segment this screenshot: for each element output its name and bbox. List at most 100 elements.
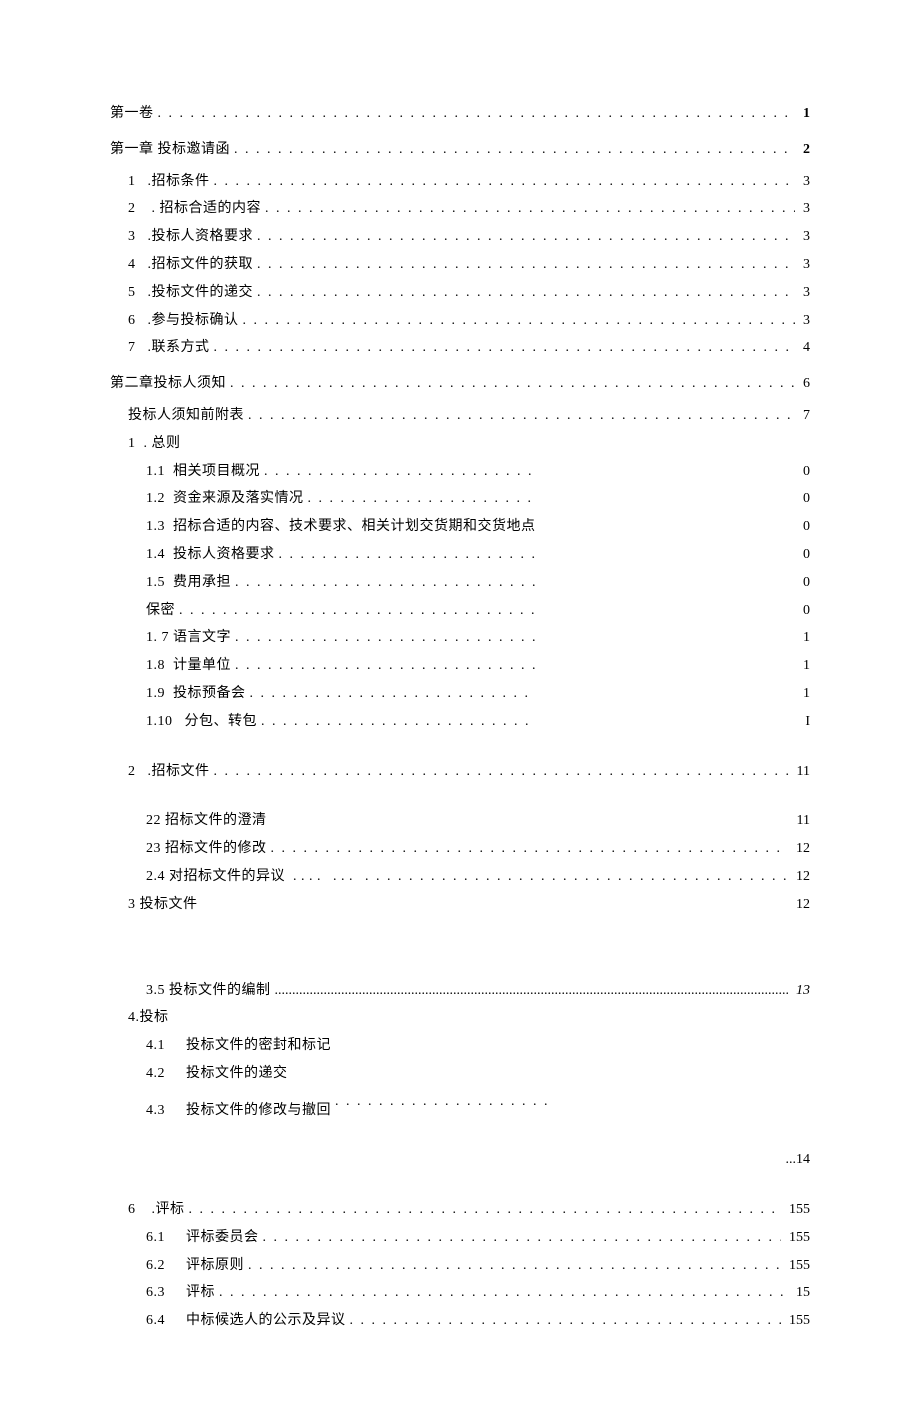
toc-label: 投标人须知前附表: [128, 404, 244, 428]
toc-leader: [248, 1254, 781, 1278]
toc-title: 招标合适的内容、技术要求、相关计划交货期和交货地点…: [173, 519, 536, 534]
toc-leader: [219, 1281, 788, 1305]
toc-title: 评标原则: [186, 1258, 244, 1273]
toc-item: 6.2评标原则155: [110, 1254, 810, 1278]
toc-title: 相关项目概况: [173, 464, 260, 479]
toc-label: 第一章 投标邀请函: [110, 138, 230, 162]
toc-title: 投标人资格要求: [173, 547, 275, 562]
toc-page: 155: [785, 1309, 810, 1333]
toc-leader: [265, 197, 795, 221]
toc-title: . 总则: [144, 436, 181, 451]
toc-pre-table: 投标人须知前附表 7: [110, 404, 810, 428]
toc-item: 1. 7 语言文字1: [110, 626, 810, 650]
toc-num: 1: [128, 436, 136, 451]
toc-label: 1.3 招标合适的内容、技术要求、相关计划交货期和交货地点…: [146, 515, 536, 539]
toc-label: 1.1 相关项目概况: [146, 460, 536, 484]
toc-title: 投标预备会: [173, 686, 246, 701]
toc-label: 2 .招标文件: [128, 760, 210, 784]
toc-label: 3 .投标人资格要求: [128, 225, 253, 249]
toc-title: 计量单位: [173, 658, 231, 673]
toc-label: 第二章投标人须知: [110, 372, 226, 396]
toc-item: 3 .投标人资格要求3: [110, 225, 810, 249]
toc-num: 6: [128, 1202, 136, 1217]
toc-title: .投标文件的递交: [148, 285, 254, 300]
toc-label: 保密: [146, 599, 536, 623]
toc-section-4: 4.投标: [110, 1006, 810, 1030]
toc-title: .参与投标确认: [148, 313, 239, 328]
toc-item: 1 .招标条件 3: [110, 170, 810, 194]
toc-page: 0: [790, 487, 810, 511]
toc-page: 11: [793, 809, 810, 833]
toc-num: 6.1: [146, 1226, 186, 1250]
toc-leader: [234, 138, 795, 162]
toc-num: 2: [128, 201, 136, 216]
toc-leader: [365, 865, 788, 889]
toc-section-1: 1 . 总则: [110, 432, 810, 456]
toc-item: 7 .联系方式4: [110, 336, 810, 360]
toc-label: 4.2投标文件的递交: [146, 1062, 288, 1086]
toc-title: 投标文件的密封和标记: [186, 1038, 331, 1053]
toc-title: 投标文件的修改与撤回: [186, 1103, 331, 1118]
toc-title: .投标人资格要求: [148, 229, 254, 244]
toc-label: 1 .招标条件: [128, 170, 210, 194]
toc-title: 评标委员会: [186, 1230, 259, 1245]
toc-num: 1: [128, 174, 136, 189]
toc-label: 3 投标文件: [128, 893, 198, 917]
toc-label: 4.投标: [128, 1006, 169, 1030]
toc-num: 4.3: [146, 1099, 186, 1123]
toc-page: 0: [790, 599, 810, 623]
toc-page: 11: [793, 760, 810, 784]
toc-page: 12: [792, 893, 810, 917]
toc-leader: [230, 372, 795, 396]
toc-leader: [279, 547, 537, 562]
toc-num: 6.2: [146, 1254, 186, 1278]
toc-label: 6.4中标候选人的公示及异议: [146, 1309, 346, 1333]
toc-title: 分包、转包: [181, 714, 258, 729]
toc-leader: [214, 336, 796, 360]
toc-num: 6.3: [146, 1281, 186, 1305]
toc-leader: [263, 1226, 782, 1250]
toc-item: 保密 0: [110, 599, 810, 623]
toc-page: 0: [790, 543, 810, 567]
toc-item: 1.4 投标人资格要求0: [110, 543, 810, 567]
toc-page: 1: [799, 102, 810, 126]
toc-chapter-2: 第二章投标人须知 6: [110, 372, 810, 396]
toc-item: 4.1投标文件的密封和标记: [110, 1034, 810, 1058]
toc-title: 投标文件的递交: [186, 1066, 288, 1081]
toc-label: 1.10 分包、转包: [146, 710, 536, 734]
toc-leader: [235, 575, 536, 590]
toc-label: 1.9 投标预备会: [146, 682, 536, 706]
toc-item: 4.3投标文件的修改与撤回: [110, 1090, 810, 1123]
toc-title: 评标: [186, 1285, 215, 1300]
toc-page: 3: [799, 170, 810, 194]
toc-leader: [158, 102, 796, 126]
toc-item: 1.8 计量单位1: [110, 654, 810, 678]
toc-leader: [189, 1198, 782, 1222]
toc-page: 155: [785, 1226, 810, 1250]
toc-title: 资金来源及落实情况: [173, 491, 304, 506]
toc-item: 6 .参与投标确认3: [110, 309, 810, 333]
toc-item: 1.1 相关项目概况0: [110, 460, 810, 484]
toc-leader: [214, 760, 789, 784]
toc-label: 4 .招标文件的获取: [128, 253, 253, 277]
toc-section-3: 3 投标文件 12: [110, 893, 810, 917]
toc-item: 22 招标文件的澄清11: [110, 809, 810, 833]
toc-label: 2.4 对招标文件的异议 . . . . . . .: [146, 865, 361, 889]
toc-num: 4: [128, 257, 136, 272]
toc-page: ...14: [782, 1148, 811, 1172]
toc-page: 1: [790, 654, 810, 678]
toc-leader: [250, 686, 537, 701]
toc-item: 1.10 分包、转包I: [110, 710, 810, 734]
toc-page: 12: [792, 837, 810, 861]
toc-title: 保密: [146, 603, 175, 618]
toc-item: 6.4中标候选人的公示及异议 155: [110, 1309, 810, 1333]
toc-leader: [248, 404, 795, 428]
toc-title: 中标候选人的公示及异议: [186, 1313, 346, 1328]
toc-leader: [235, 630, 536, 645]
toc-page: 6: [799, 372, 810, 396]
toc-leader: [308, 491, 537, 506]
toc-title: .评标: [152, 1202, 185, 1217]
toc-label: 2 . 招标合适的内容: [128, 197, 261, 221]
toc-page: 0: [790, 571, 810, 595]
toc-leader: [257, 225, 795, 249]
